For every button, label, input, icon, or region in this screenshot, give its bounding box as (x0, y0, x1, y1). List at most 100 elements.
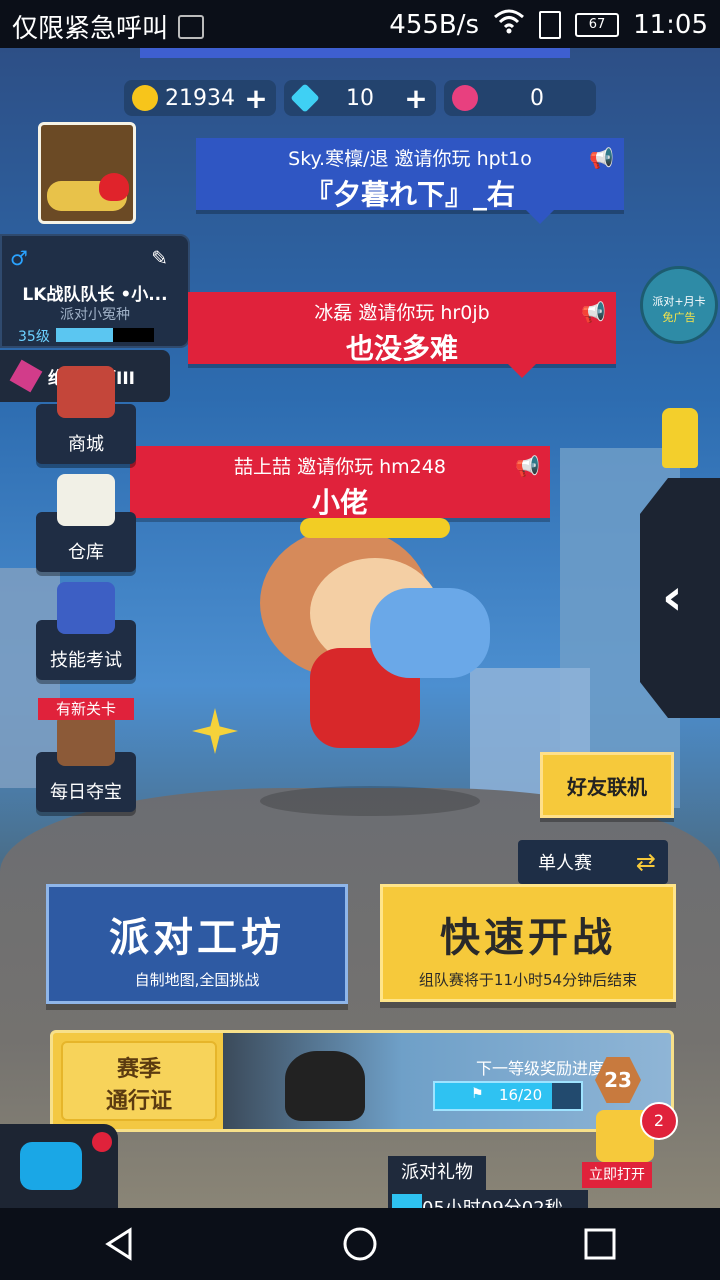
party-workshop-subtitle: 自制地图,全国挑战 (134, 971, 260, 989)
gift-timer: 05小时09分02秒 (422, 1194, 563, 1208)
invite-banner[interactable]: 📢 喆上喆 邀请你玩 hm248 小佬 (130, 446, 550, 519)
invite-line2: 小佬 (311, 486, 368, 519)
diamond-counter[interactable]: 10 + (284, 80, 436, 116)
season-pass-banner[interactable]: 赛季 通行证 下一等级奖励进度 ⚑ 16/20 23 (50, 1030, 674, 1132)
warehouse-button[interactable]: 仓库 (36, 474, 136, 572)
lotus-icon (452, 85, 478, 111)
male-icon: ♂ (10, 246, 28, 270)
profile-card[interactable]: ♂ ✎ LK战队队长 •小... 派对小冤种 35级 (0, 234, 190, 348)
season-level: 23 (604, 1068, 632, 1092)
season-pass-line2: 通行证 (105, 1089, 172, 1114)
treasure-chest-icon (57, 714, 115, 766)
status-bar: 仅限紧急呼叫 455B/s 67 11:05 (0, 0, 720, 48)
invite-banner[interactable]: 📢 Sky.寒檁/退 邀请你玩 hpt1o 『夕暮れ下』_右 (196, 138, 624, 224)
skill-test-icon (57, 582, 115, 634)
clock: 11:05 (633, 9, 708, 40)
party-workshop-title: 派对工坊 (109, 915, 285, 961)
switch-mode-icon[interactable]: ⇄ (636, 848, 656, 876)
monthly-card-line2: 免广告 (662, 311, 696, 324)
token-value: 0 (530, 85, 544, 111)
status-left-text: 仅限紧急呼叫 (12, 14, 169, 44)
gift-count-badge: 2 (640, 1102, 678, 1140)
shop-button[interactable]: 商城 (36, 366, 136, 464)
battery-level: 67 (588, 17, 606, 32)
shop-label: 商城 (68, 434, 104, 455)
back-icon[interactable] (90, 1214, 150, 1274)
coin-icon (132, 85, 158, 111)
party-gift-panel[interactable]: 派对礼物 05小时09分02秒 (388, 1156, 588, 1208)
home-icon[interactable] (330, 1214, 390, 1274)
mode-label: 单人赛 (538, 853, 592, 874)
edit-icon[interactable]: ✎ (151, 246, 168, 270)
status-right: 455B/s 67 11:05 (389, 8, 708, 41)
chevron-left-icon[interactable]: ‹ (662, 568, 683, 626)
invite-line2: 也没多难 (345, 332, 458, 365)
open-now-button[interactable]: 立即打开 (582, 1162, 652, 1188)
notification-dot (92, 1132, 112, 1152)
megaphone-icon: 📢 (515, 454, 540, 478)
season-pass-label-box: 赛季 通行证 (61, 1041, 217, 1121)
battery-icon: 67 (575, 12, 620, 37)
status-left: 仅限紧急呼叫 (12, 8, 205, 45)
level-progress-bar (56, 328, 154, 342)
bubble-tail (508, 364, 536, 378)
skill-test-label: 技能考试 (50, 650, 122, 671)
megaphone-icon: 📢 (581, 300, 606, 324)
character-crown (300, 518, 450, 538)
image-notification-icon (178, 14, 205, 39)
camera-icon (20, 1142, 82, 1190)
profile-name: LK战队队长 •小... (22, 285, 168, 305)
avatar[interactable] (38, 122, 136, 224)
invite-line1: 冰磊 邀请你玩 hr0jb (314, 302, 490, 324)
daily-treasure-button[interactable]: 每日夺宝 (36, 714, 136, 812)
add-coins-icon[interactable]: + (242, 82, 270, 115)
reward-progress-bar: ⚑ 16/20 (433, 1081, 583, 1111)
character-arm (370, 588, 490, 678)
camera-button[interactable] (0, 1124, 118, 1208)
skill-test-button[interactable]: 技能考试 (36, 582, 136, 680)
season-pass-line1: 赛季 (116, 1057, 161, 1082)
quick-battle-button[interactable]: 快速开战 组队赛将于11小时54分钟后结束 (380, 884, 676, 1002)
add-diamonds-icon[interactable]: + (402, 82, 430, 115)
party-workshop-button[interactable]: 派对工坊 自制地图,全国挑战 (46, 884, 348, 1004)
level-label: 35级 (18, 329, 50, 345)
diamond-icon (290, 83, 320, 113)
top-strip (140, 48, 570, 58)
recent-apps-icon[interactable] (570, 1214, 630, 1274)
navigation-bar (0, 1208, 720, 1280)
net-speed: 455B/s (389, 9, 480, 40)
wifi-icon (493, 8, 525, 41)
quick-battle-title: 快速开战 (440, 915, 616, 961)
heart-icon (99, 173, 129, 201)
bubble-tail (526, 210, 554, 224)
friends-online-button[interactable]: 好友联机 (540, 752, 674, 818)
megaphone-icon: 📢 (589, 146, 614, 170)
cards-icon (57, 474, 115, 526)
diamond-value: 10 (346, 85, 374, 111)
side-panel[interactable]: ‹ (640, 478, 720, 718)
invite-banner[interactable]: 📢 冰磊 邀请你玩 hr0jb 也没多难 (188, 292, 616, 378)
coin-counter[interactable]: 21934 + (124, 80, 276, 116)
daily-treasure-label: 每日夺宝 (50, 782, 122, 803)
game-screen: 21934 + 10 + 0 ♂ ✎ LK战队队长 •小... 派对小冤种 35… (0, 48, 720, 1208)
rank-icon (9, 359, 43, 393)
gift-timer-bar: 05小时09分02秒 (388, 1190, 588, 1208)
invite-line2: 『夕暮れ下』_右 (304, 178, 515, 211)
gift-timer-fill (392, 1194, 422, 1208)
sim-icon (539, 10, 562, 39)
skull-icon (285, 1051, 365, 1121)
quick-battle-subtitle: 组队赛将于11小时54分钟后结束 (418, 971, 638, 989)
warehouse-label: 仓库 (68, 542, 104, 563)
gift-count: 2 (653, 1111, 665, 1130)
shop-icon (57, 366, 115, 418)
invite-line1: Sky.寒檁/退 邀请你玩 hpt1o (288, 148, 532, 170)
monthly-card-button[interactable]: 派对+月卡 免广告 (640, 266, 718, 344)
token-counter: 0 (444, 80, 596, 116)
monthly-card-line1: 派对+月卡 (652, 295, 706, 308)
mode-selector[interactable]: 单人赛 ⇄ (518, 840, 668, 884)
flag-icon: ⚑ (471, 1086, 484, 1102)
invite-line1: 喆上喆 邀请你玩 hm248 (234, 456, 446, 478)
monkey-character (220, 518, 520, 838)
trophy-icon[interactable] (662, 408, 698, 468)
reward-progress-text: 16/20 (499, 1086, 543, 1104)
